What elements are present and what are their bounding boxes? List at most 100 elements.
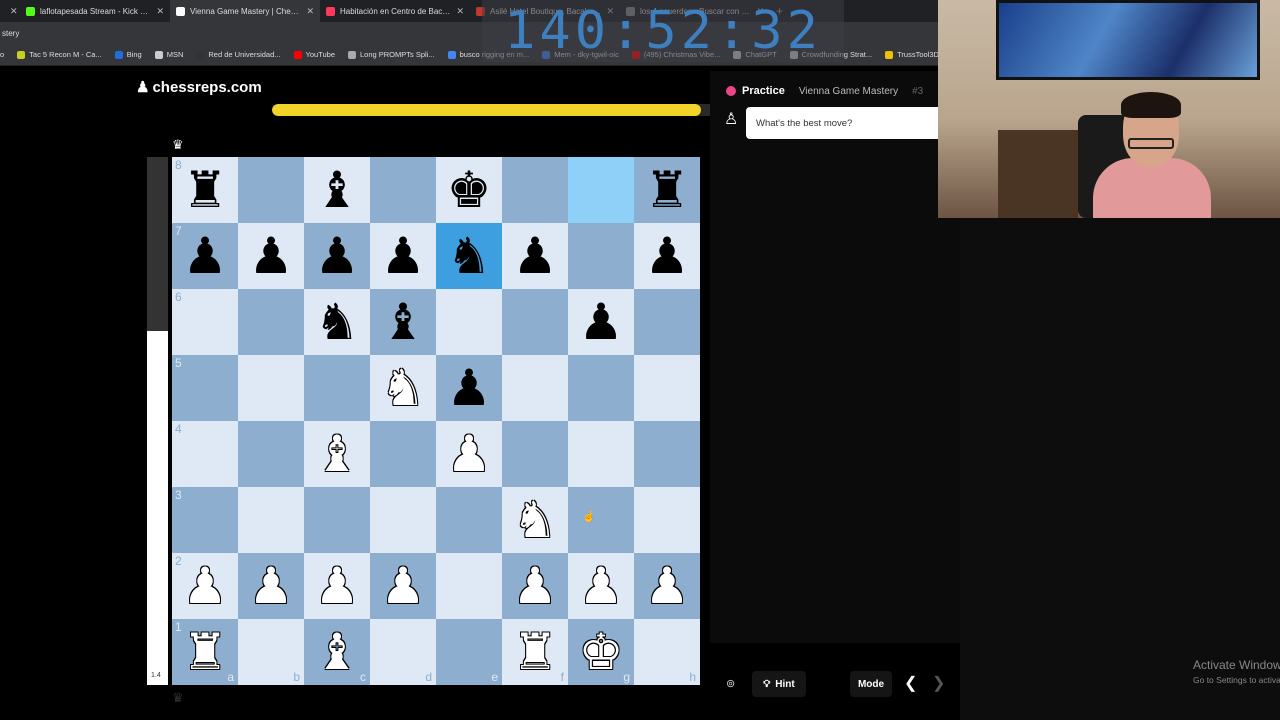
square-b5[interactable] [238, 355, 304, 421]
square-d2[interactable]: ♟ [370, 553, 436, 619]
square-g3[interactable] [568, 487, 634, 553]
square-a7[interactable]: 7 ♟ [172, 223, 238, 289]
black-pawn-icon[interactable]: ♟ [249, 231, 294, 281]
white-rook-icon[interactable]: ♜ [513, 627, 558, 677]
black-pawn-icon[interactable]: ♟ [513, 231, 558, 281]
square-f1[interactable]: f ♜ [502, 619, 568, 685]
browser-tab[interactable]: ✕ [0, 0, 20, 22]
square-b1[interactable]: b [238, 619, 304, 685]
settings-icon[interactable]: ⊚ [726, 677, 735, 690]
white-king-icon[interactable]: ♚ [579, 627, 624, 677]
white-knight-icon[interactable]: ♞ [381, 363, 426, 413]
black-pawn-icon[interactable]: ♟ [447, 363, 492, 413]
browser-tab[interactable]: Habitación en Centro de Bacalar ✕ [320, 0, 470, 22]
bookmark-item[interactable]: Red de Universidad... [196, 50, 281, 59]
square-d6[interactable]: ♝ [370, 289, 436, 355]
black-pawn-icon[interactable]: ♟ [183, 231, 228, 281]
black-rook-icon[interactable]: ♜ [645, 165, 690, 215]
bookmark-item[interactable]: Tac 5 Recon M - Ca... [17, 50, 102, 59]
white-knight-icon[interactable]: ♞ [513, 495, 558, 545]
black-knight-icon[interactable]: ♞ [447, 231, 492, 281]
square-e4[interactable]: ♟ [436, 421, 502, 487]
black-bishop-icon[interactable]: ♝ [315, 165, 360, 215]
previous-move-icon[interactable]: ❮ [904, 673, 917, 693]
square-g2[interactable]: ♟ [568, 553, 634, 619]
square-g6[interactable]: ♟ [568, 289, 634, 355]
square-d5[interactable]: ♞ [370, 355, 436, 421]
black-pawn-icon[interactable]: ♟ [381, 231, 426, 281]
black-bishop-icon[interactable]: ♝ [381, 297, 426, 347]
square-a2[interactable]: 2 ♟ [172, 553, 238, 619]
square-a3[interactable]: 3 [172, 487, 238, 553]
square-e8[interactable]: ♚ [436, 157, 502, 223]
square-h3[interactable] [634, 487, 700, 553]
square-c2[interactable]: ♟ [304, 553, 370, 619]
next-move-icon[interactable]: ❯ [932, 673, 945, 693]
square-a1[interactable]: 1 a ♜ [172, 619, 238, 685]
white-rook-icon[interactable]: ♜ [183, 627, 228, 677]
white-pawn-icon[interactable]: ♟ [249, 561, 294, 611]
square-f8[interactable] [502, 157, 568, 223]
square-b6[interactable] [238, 289, 304, 355]
square-e5[interactable]: ♟ [436, 355, 502, 421]
square-d1[interactable]: d [370, 619, 436, 685]
square-e6[interactable] [436, 289, 502, 355]
square-f7[interactable]: ♟ [502, 223, 568, 289]
browser-tab[interactable]: laflotapesada Stream - Kick Dashb ✕ [20, 0, 170, 22]
square-f3[interactable]: ♞ [502, 487, 568, 553]
bookmark-item[interactable]: MSN [154, 50, 183, 59]
square-b8[interactable] [238, 157, 304, 223]
square-b7[interactable]: ♟ [238, 223, 304, 289]
hint-button[interactable]: 💡︎ Hint [752, 671, 806, 697]
white-pawn-icon[interactable]: ♟ [513, 561, 558, 611]
square-b4[interactable] [238, 421, 304, 487]
black-pawn-icon[interactable]: ♟ [315, 231, 360, 281]
white-pawn-icon[interactable]: ♟ [579, 561, 624, 611]
black-knight-icon[interactable]: ♞ [315, 297, 360, 347]
white-pawn-icon[interactable]: ♟ [315, 561, 360, 611]
square-a4[interactable]: 4 [172, 421, 238, 487]
square-h4[interactable] [634, 421, 700, 487]
square-g5[interactable] [568, 355, 634, 421]
square-h6[interactable] [634, 289, 700, 355]
close-tab-icon[interactable]: ✕ [156, 6, 164, 17]
bookmark-item[interactable]: Long PROMPTs Spli... [348, 50, 435, 59]
close-tab-icon[interactable]: ✕ [306, 6, 314, 17]
close-tab-icon[interactable]: ✕ [456, 6, 464, 17]
bookmark-item[interactable]: Bing [114, 50, 142, 59]
square-c5[interactable] [304, 355, 370, 421]
black-king-icon[interactable]: ♚ [447, 165, 492, 215]
close-tab-icon[interactable]: ✕ [10, 6, 18, 17]
browser-tab[interactable]: Vienna Game Mastery | Chessrep ✕ [170, 0, 320, 22]
square-b3[interactable] [238, 487, 304, 553]
square-e7[interactable]: ♞ [436, 223, 502, 289]
square-h7[interactable]: ♟ [634, 223, 700, 289]
white-pawn-icon[interactable]: ♟ [183, 561, 228, 611]
square-h5[interactable] [634, 355, 700, 421]
square-d4[interactable] [370, 421, 436, 487]
white-pawn-icon[interactable]: ♟ [381, 561, 426, 611]
square-c1[interactable]: c ♝ [304, 619, 370, 685]
square-f5[interactable] [502, 355, 568, 421]
square-c4[interactable]: ♝ [304, 421, 370, 487]
square-g4[interactable] [568, 421, 634, 487]
square-a8[interactable]: 8 ♜ [172, 157, 238, 223]
chess-board[interactable]: 8 ♜ ♝ ♚ ♜ 7 ♟ ♟ ♟ ♟ ♞ ♟ ♟ 6 ♞ ♝ ♟ 5 ♞ ♟ 4 ♝ ♟ 3 ♞ 2 ♟ ♟ ♟ ♟ ♟ ♟ ♟ 1 a ♜ b c ♝ d… [172, 157, 700, 685]
square-e1[interactable]: e [436, 619, 502, 685]
square-e2[interactable] [436, 553, 502, 619]
square-b2[interactable]: ♟ [238, 553, 304, 619]
white-bishop-icon[interactable]: ♝ [315, 627, 360, 677]
square-g8[interactable] [568, 157, 634, 223]
black-rook-icon[interactable]: ♜ [183, 165, 228, 215]
square-g1[interactable]: g ♚ [568, 619, 634, 685]
square-f2[interactable]: ♟ [502, 553, 568, 619]
square-f4[interactable] [502, 421, 568, 487]
square-c7[interactable]: ♟ [304, 223, 370, 289]
square-c6[interactable]: ♞ [304, 289, 370, 355]
bookmark-item[interactable]: o [0, 50, 4, 59]
site-logo[interactable]: ♟ chessreps.com [136, 78, 262, 97]
square-c8[interactable]: ♝ [304, 157, 370, 223]
square-a5[interactable]: 5 [172, 355, 238, 421]
square-d7[interactable]: ♟ [370, 223, 436, 289]
black-pawn-icon[interactable]: ♟ [645, 231, 690, 281]
